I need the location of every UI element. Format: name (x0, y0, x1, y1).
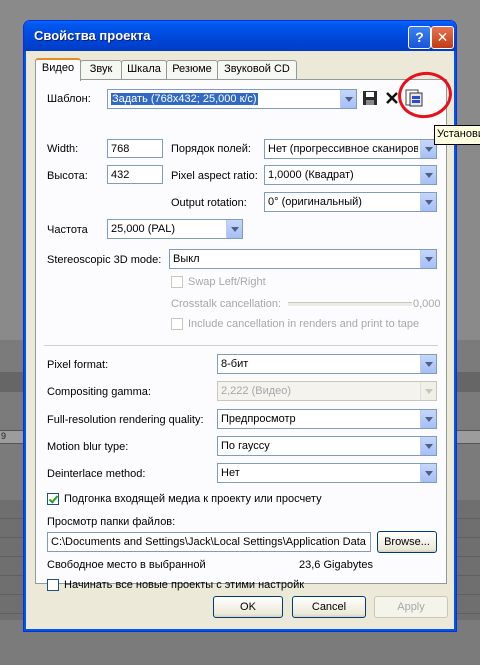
motion-blur-label: Motion blur type: (47, 441, 129, 453)
height-label: Высота: (47, 170, 88, 182)
help-button[interactable]: ? (408, 26, 431, 49)
frame-rate-combo[interactable]: 25,000 (PAL) (107, 219, 243, 239)
cancel-button[interactable]: Cancel (292, 596, 366, 618)
project-properties-dialog: Свойства проекта ? ✕ Видео Звук Шкала Ре… (23, 20, 457, 632)
free-space-label: Свободное место в выбранной (47, 559, 206, 571)
deinterlace-combo[interactable]: Нет (217, 463, 437, 483)
frame-rate-value: 25,000 (PAL) (111, 223, 176, 235)
pixel-format-label: Pixel format: (47, 359, 109, 371)
prerender-folder-label: Просмотр папки файлов: (47, 516, 176, 528)
close-button[interactable]: ✕ (431, 26, 454, 49)
template-value: Задать (768x432; 25,000 к/с) (111, 93, 258, 105)
compositing-gamma-value: 2,222 (Видео) (221, 385, 292, 397)
pixel-format-combo[interactable]: 8-бит (217, 354, 437, 374)
field-order-combo[interactable]: Нет (прогрессивное сканирование) (264, 139, 437, 159)
motion-blur-combo[interactable]: По гауссу (217, 436, 437, 456)
free-space-value: 23,6 Gigabytes (299, 559, 373, 571)
tab-summary[interactable]: Резюме (166, 60, 218, 79)
chevron-down-icon (226, 220, 242, 238)
window-title: Свойства проекта (34, 28, 151, 43)
pixel-aspect-combo[interactable]: 1,0000 (Квадрат) (264, 165, 437, 185)
include-cancellation-checkbox[interactable] (171, 318, 183, 330)
start-new-label: Начинать все новые проекты с этими настр… (64, 579, 304, 591)
chevron-down-icon (420, 437, 436, 455)
title-bar[interactable]: Свойства проекта ? ✕ (24, 21, 456, 51)
compositing-gamma-label: Compositing gamma: (47, 386, 151, 398)
crosstalk-slider[interactable] (288, 302, 412, 307)
template-combo[interactable]: Задать (768x432; 25,000 к/с) (107, 89, 357, 109)
output-rotation-value: 0° (оригинальный) (268, 196, 362, 208)
full-res-quality-label: Full-resolution rendering quality: (47, 414, 204, 426)
chevron-down-icon (420, 250, 436, 268)
chevron-down-icon (420, 355, 436, 373)
deinterlace-label: Deinterlace method: (47, 468, 146, 480)
adjust-media-checkbox[interactable] (47, 493, 59, 505)
pixel-aspect-label: Pixel aspect ratio: (171, 170, 258, 182)
frame-rate-label: Частота (47, 224, 88, 236)
chevron-down-icon (420, 193, 436, 211)
include-cancellation-label: Include cancellation in renders and prin… (188, 318, 420, 330)
width-input[interactable]: 768 (107, 139, 163, 158)
deinterlace-value: Нет (221, 467, 240, 479)
stereo3d-label: Stereoscopic 3D mode: (47, 254, 162, 266)
output-rotation-label: Output rotation: (171, 197, 247, 209)
chevron-down-icon (420, 166, 436, 184)
chevron-down-icon (420, 464, 436, 482)
pixel-aspect-value: 1,0000 (Квадрат) (268, 169, 354, 181)
chevron-down-icon (340, 90, 356, 108)
tab-ruler[interactable]: Шкала (121, 60, 167, 79)
crosstalk-label: Crosstalk cancellation: (171, 298, 282, 310)
swap-checkbox[interactable] (171, 276, 183, 288)
start-new-checkbox[interactable] (47, 579, 59, 591)
full-res-quality-value: Предпросмотр (221, 413, 296, 425)
full-res-quality-combo[interactable]: Предпросмотр (217, 409, 437, 429)
stereo3d-combo[interactable]: Выкл (169, 249, 437, 269)
pixel-format-value: 8-бит (221, 358, 249, 370)
ruler-mark: 9 (1, 431, 7, 441)
tooltip: Установи (434, 125, 480, 145)
height-input[interactable]: 432 (107, 165, 163, 184)
width-label: Width: (47, 143, 79, 155)
save-icon[interactable] (362, 90, 378, 106)
ok-button[interactable]: OK (213, 596, 283, 618)
video-tab-panel: Шаблон: Задать (768x432; 25,000 к/с) Wid… (35, 79, 447, 591)
adjust-media-label: Подгонка входящей медиа к проекту или пр… (64, 493, 322, 505)
crosstalk-value: 0,000 (413, 298, 441, 310)
chevron-down-icon (420, 410, 436, 428)
stereo3d-value: Выкл (173, 253, 200, 265)
tab-video[interactable]: Видео (35, 58, 81, 81)
prerender-folder-input[interactable]: C:\Documents and Settings\Jack\Local Set… (47, 532, 371, 552)
separator (44, 345, 438, 346)
compositing-gamma-combo[interactable]: 2,222 (Видео) (217, 381, 437, 401)
tab-audio-cd[interactable]: Звуковой CD (217, 60, 297, 79)
template-label: Шаблон: (47, 93, 91, 105)
field-order-value: Нет (прогрессивное сканирование) (268, 143, 418, 155)
field-order-label: Порядок полей: (171, 143, 251, 155)
motion-blur-value: По гауссу (221, 440, 270, 452)
tab-audio[interactable]: Звук (80, 60, 122, 79)
browse-button[interactable]: Browse... (377, 531, 437, 553)
swap-label: Swap Left/Right (188, 276, 266, 288)
output-rotation-combo[interactable]: 0° (оригинальный) (264, 192, 437, 212)
chevron-down-icon (420, 382, 436, 400)
apply-button[interactable]: Apply (374, 596, 448, 618)
